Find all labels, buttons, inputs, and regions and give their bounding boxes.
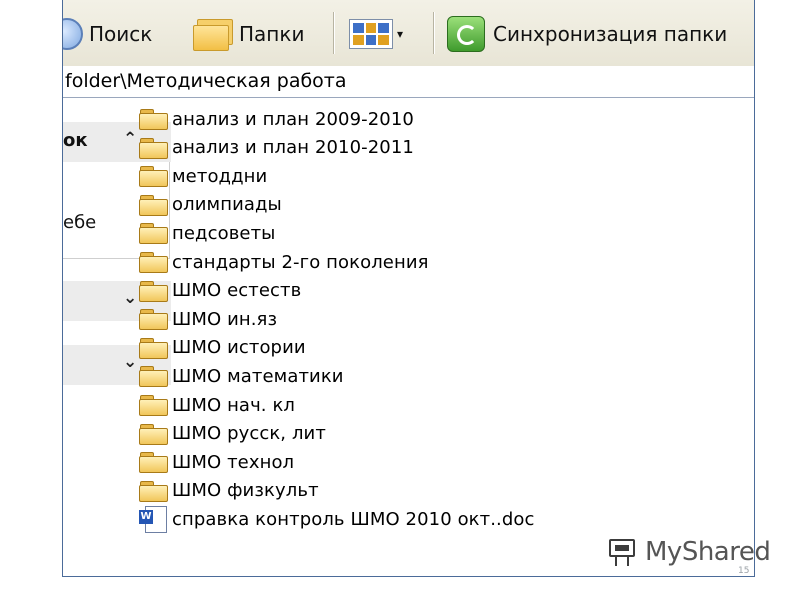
chevron-down-icon: ▾	[397, 27, 404, 41]
folder-icon	[139, 166, 168, 188]
list-item[interactable]: методдни	[139, 162, 267, 190]
folder-icon	[139, 194, 168, 216]
folder-icon	[139, 309, 168, 331]
address-bar[interactable]: folder\Методическая работа	[63, 66, 754, 98]
list-item[interactable]: ШМО естеств	[139, 277, 301, 305]
file-name: ШМО ин.яз	[172, 308, 278, 330]
folder-icon	[139, 337, 168, 359]
folder-icon	[139, 395, 168, 416]
folder-icon	[139, 252, 168, 273]
file-name: справка контроль ШМО 2010 окт..doc	[172, 508, 535, 530]
folders-icon	[193, 19, 233, 51]
list-item[interactable]: Wсправка контроль ШМО 2010 окт..doc	[139, 505, 535, 534]
folder-icon	[139, 137, 168, 159]
folder-icon	[139, 423, 168, 445]
sync-folder-button-label: Синхронизация папки	[493, 22, 728, 46]
file-name: олимпиады	[172, 194, 282, 216]
list-item[interactable]: ШМО технол	[139, 448, 294, 476]
sync-folder-button[interactable]: Синхронизация папки	[447, 14, 727, 54]
file-name: анализ и план 2010-2011	[172, 137, 414, 159]
folders-button-label: Папки	[239, 22, 305, 46]
task-pane-link[interactable]: ебе	[63, 212, 96, 233]
list-item[interactable]: ШМО истории	[139, 334, 306, 362]
file-name: педсоветы	[172, 222, 276, 244]
file-name: ШМО физкульт	[172, 480, 319, 502]
list-item[interactable]: анализ и план 2010-2011	[139, 134, 414, 162]
search-button-label: Поиск	[89, 22, 153, 46]
task-pane-section-title: ок	[63, 130, 88, 151]
file-name: ШМО истории	[172, 337, 306, 359]
views-button[interactable]: ▾	[349, 14, 403, 54]
folder-icon	[139, 480, 168, 502]
myshared-watermark: MyShared	[607, 537, 771, 567]
list-item[interactable]: анализ и план 2009-2010	[139, 105, 414, 133]
folder-icon	[139, 223, 168, 245]
file-name: ШМО технол	[172, 451, 295, 473]
search-button[interactable]: Поиск	[63, 14, 152, 54]
chevron-down-icon[interactable]: ⌄	[123, 352, 137, 372]
folder-icon	[139, 109, 168, 130]
folder-icon	[139, 452, 168, 474]
presentation-board-icon	[607, 537, 639, 567]
file-name: стандарты 2-го поколения	[172, 251, 429, 273]
sync-icon	[447, 16, 485, 52]
watermark-text: MyShared	[645, 537, 771, 567]
chevron-up-icon[interactable]: ⌃	[123, 129, 137, 149]
toolbar-separator	[333, 12, 334, 54]
views-icon	[349, 19, 393, 49]
list-item[interactable]: педсоветы	[139, 219, 275, 247]
file-name: анализ и план 2009-2010	[172, 108, 414, 130]
file-name: методдни	[172, 165, 268, 187]
toolbar-separator	[433, 12, 434, 54]
file-name: ШМО нач. кл	[172, 394, 296, 416]
search-icon	[63, 18, 83, 50]
file-name: ШМО русск, лит	[172, 423, 326, 445]
list-item[interactable]: олимпиады	[139, 191, 282, 219]
word-document-icon: W	[139, 506, 168, 534]
address-path: folder\Методическая работа	[65, 70, 347, 92]
list-item[interactable]: ШМО нач. кл	[139, 391, 295, 419]
list-item[interactable]: ШМО русск, лит	[139, 420, 326, 448]
toolbar: Поиск Папки ▾ Синхронизация папки	[63, 0, 754, 67]
folders-button[interactable]: Папки	[193, 14, 304, 54]
list-item[interactable]: ШМО физкульт	[139, 477, 319, 505]
list-item[interactable]: ШМО математики	[139, 362, 344, 390]
list-item[interactable]: ШМО ин.яз	[139, 305, 277, 333]
folder-icon	[139, 280, 168, 302]
slide-page-number: 15	[738, 566, 750, 576]
list-item[interactable]: стандарты 2-го поколения	[139, 248, 429, 276]
file-name: ШМО естеств	[172, 280, 302, 302]
folder-icon	[139, 366, 168, 388]
file-name: ШМО математики	[172, 365, 344, 387]
chevron-down-icon[interactable]: ⌄	[123, 288, 137, 308]
